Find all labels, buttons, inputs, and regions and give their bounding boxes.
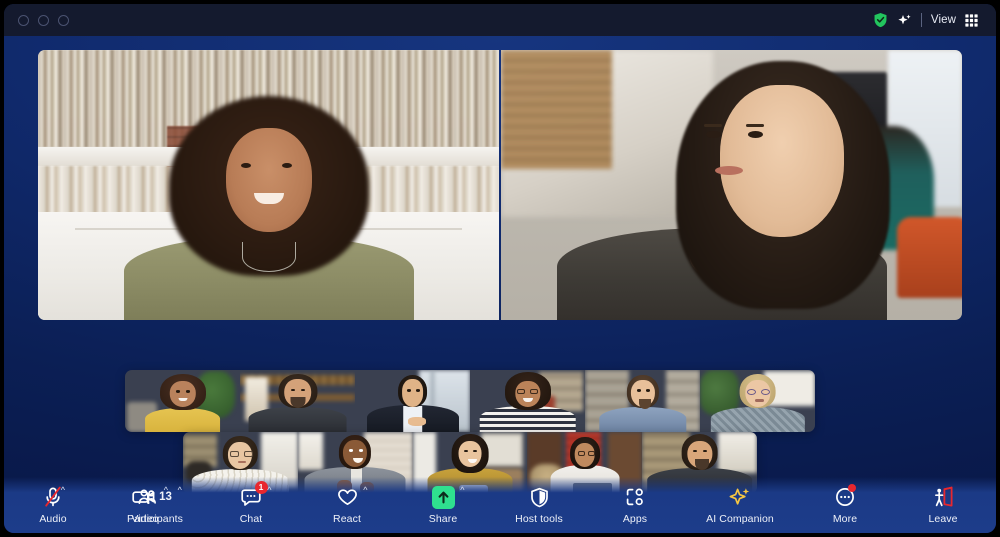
share-button-label: Share [428, 513, 458, 525]
sparkle-icon[interactable] [897, 13, 912, 28]
audio-options-caret[interactable]: ^ [61, 486, 65, 495]
sparkle-icon[interactable] [728, 485, 752, 509]
participant-thumb-1[interactable] [125, 370, 240, 432]
speaker-tile-right[interactable] [501, 50, 962, 320]
toolbar-center-group: 13 ^ Participants 1 ^ Chat ^ React ^ Sha… [124, 481, 876, 526]
react-button-label: React [333, 513, 361, 525]
chat-caret[interactable]: ^ [267, 486, 271, 495]
share-caret[interactable]: ^ [460, 486, 464, 495]
audio-button[interactable]: ^ Audio [22, 485, 84, 526]
participant-strip-row-1[interactable] [125, 370, 815, 432]
leave-button-label: Leave [928, 513, 958, 525]
chat-button-label: Chat [239, 513, 263, 525]
more-button[interactable]: More [814, 484, 876, 525]
minimize-window-button[interactable] [38, 14, 49, 26]
react-button[interactable]: ^ React [316, 485, 378, 526]
participant-thumb-3[interactable] [355, 370, 470, 432]
share-button[interactable]: ^ Share [412, 485, 474, 525]
chat-unread-badge: 1 [254, 481, 268, 494]
shield-check-icon[interactable] [873, 12, 888, 28]
window-titlebar: View [4, 4, 996, 36]
main-speaker-row [38, 50, 962, 320]
video-feed-right [501, 50, 962, 320]
meeting-stage: ^ Audio ^ Video 13 ^ Participants 1 ^ Ch… [4, 36, 996, 533]
apps-icon[interactable] [625, 485, 645, 509]
heart-icon[interactable]: ^ [337, 485, 368, 509]
view-button-label[interactable]: View [931, 14, 956, 26]
host-tools-button[interactable]: Host tools [508, 485, 570, 525]
participant-thumb-5[interactable] [585, 370, 700, 432]
titlebar-right-controls: View [873, 12, 982, 28]
zoom-app-window: View ^ Audio ^ Video 13 ^ Participants 1… [4, 4, 996, 533]
meeting-toolbar: ^ Audio ^ Video 13 ^ Participants 1 ^ Ch… [4, 477, 996, 533]
host-tools-button-label: Host tools [515, 513, 563, 525]
zoom-meeting-screenshot: View ^ Audio ^ Video 13 ^ Participants 1… [0, 0, 1000, 537]
maximize-window-button[interactable] [58, 14, 69, 26]
participant-thumb-4[interactable] [470, 370, 585, 432]
react-caret[interactable]: ^ [363, 486, 367, 495]
grid-icon[interactable] [965, 13, 978, 27]
more-button-label: More [832, 513, 858, 525]
video-feed-left [38, 50, 499, 320]
participants-count: 13 [159, 491, 172, 503]
shield-icon[interactable] [530, 485, 549, 509]
titlebar-divider [920, 13, 922, 27]
participants-button[interactable]: 13 ^ Participants [124, 485, 186, 526]
apps-button-label: Apps [622, 513, 648, 525]
participants-button-label: Participants [126, 513, 184, 525]
chat-button[interactable]: 1 ^ Chat [220, 481, 282, 525]
more-notification-dot [848, 484, 856, 492]
leave-door-icon[interactable] [932, 485, 954, 509]
leave-button[interactable]: Leave [912, 485, 974, 525]
apps-button[interactable]: Apps [604, 485, 666, 525]
share-screen-arrow-icon[interactable]: ^ [431, 485, 465, 509]
window-traffic-lights[interactable] [18, 14, 69, 26]
speaker-tile-left[interactable] [38, 50, 499, 320]
toolbar-right-group: Leave [912, 485, 974, 525]
audio-button-label: Audio [39, 513, 67, 525]
participants-icon[interactable]: 13 ^ [138, 485, 182, 509]
ai-companion-button[interactable]: AI Companion [700, 485, 780, 525]
chat-bubble-icon[interactable]: 1 ^ [240, 481, 272, 509]
participant-thumb-2[interactable] [240, 370, 355, 432]
microphone-muted-icon[interactable]: ^ [43, 485, 65, 509]
participant-thumb-6[interactable] [700, 370, 815, 432]
ai-companion-button-label: AI Companion [706, 513, 774, 525]
participants-caret[interactable]: ^ [178, 486, 182, 495]
more-ellipsis-circle-icon[interactable] [835, 484, 856, 509]
close-window-button[interactable] [18, 14, 29, 26]
